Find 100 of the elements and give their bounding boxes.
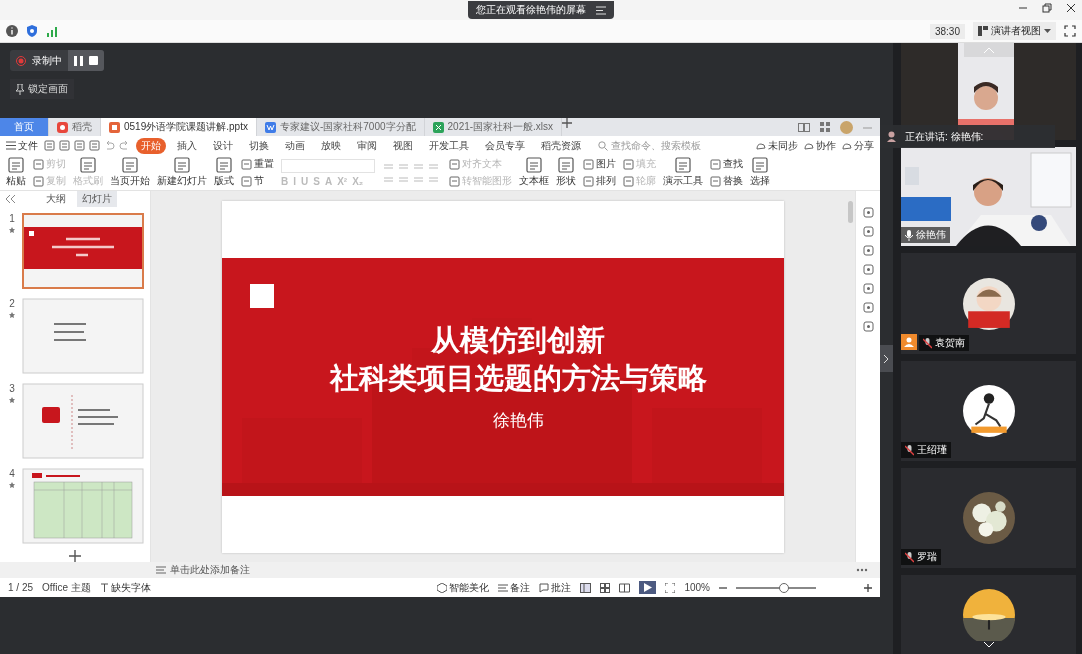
missing-font-button[interactable]: 缺失字体 bbox=[99, 580, 151, 595]
side-tool-icon[interactable] bbox=[862, 264, 874, 275]
menu-tab[interactable]: 插入 bbox=[172, 137, 202, 154]
side-tool-icon[interactable] bbox=[862, 245, 874, 256]
slide-thumbnail[interactable] bbox=[22, 213, 144, 289]
menu-tab[interactable]: 动画 bbox=[280, 137, 310, 154]
menu-tab[interactable]: 开发工具 bbox=[424, 137, 474, 154]
toolbar-action[interactable]: 协作 bbox=[804, 138, 836, 153]
slide-thumbnail[interactable] bbox=[22, 298, 144, 374]
quick-action-icon[interactable] bbox=[44, 140, 55, 151]
normal-view-icon[interactable] bbox=[580, 582, 592, 593]
app-icon bbox=[57, 121, 68, 133]
quick-action-icon[interactable] bbox=[89, 140, 100, 151]
play-button[interactable] bbox=[639, 581, 657, 594]
notes-button[interactable]: 备注 bbox=[498, 580, 531, 595]
notes-placeholder[interactable]: 单击此处添加备注 bbox=[170, 563, 250, 577]
add-slide-icon[interactable] bbox=[69, 550, 81, 562]
menu-tab[interactable]: 设计 bbox=[208, 137, 238, 154]
view-button[interactable]: 演讲者视图 bbox=[973, 22, 1056, 40]
menu-tab[interactable]: 视图 bbox=[388, 137, 418, 154]
panel-tab[interactable]: 大纲 bbox=[41, 191, 71, 207]
ribbon-button[interactable]: 节 bbox=[241, 174, 274, 188]
slide-thumbnail[interactable] bbox=[22, 383, 144, 459]
file-menu[interactable]: 文件 bbox=[6, 138, 38, 153]
zoom-level[interactable]: 100% bbox=[684, 582, 710, 593]
tool-icon bbox=[623, 175, 634, 187]
participant-tile[interactable]: 袁贺南 bbox=[901, 253, 1076, 354]
grid-view-icon[interactable] bbox=[600, 582, 611, 593]
fullscreen-icon[interactable] bbox=[1064, 25, 1076, 37]
document-tab[interactable]: 专家建议-国家社科7000字分配 bbox=[256, 118, 425, 136]
tool-icon bbox=[241, 158, 252, 170]
beautify-button[interactable]: 智能美化 bbox=[437, 580, 490, 595]
font-field[interactable] bbox=[281, 158, 375, 173]
menu-tab[interactable]: 放映 bbox=[316, 137, 346, 154]
ribbon-button[interactable]: 当页开始 bbox=[110, 157, 150, 188]
side-tool-icon[interactable] bbox=[862, 321, 874, 332]
quick-action-icon[interactable] bbox=[74, 140, 85, 151]
document-tab[interactable]: 首页 bbox=[0, 118, 49, 136]
slide-number: 4 bbox=[9, 468, 15, 479]
tool-icon bbox=[121, 157, 139, 173]
chevron-right-icon bbox=[884, 354, 889, 363]
side-tool-icon[interactable] bbox=[862, 207, 874, 218]
toolbar-action[interactable]: 分享 bbox=[842, 138, 874, 153]
theme-name: Office 主题 bbox=[42, 580, 91, 595]
comments-button[interactable]: 批注 bbox=[539, 580, 572, 595]
menu-tab[interactable]: 切换 bbox=[244, 137, 274, 154]
ribbon-button[interactable]: 查找 bbox=[710, 157, 743, 171]
participant-tile[interactable]: 罗瑞 bbox=[901, 468, 1076, 568]
star-icon bbox=[9, 482, 15, 488]
speaking-indicator: 正在讲话: 徐艳伟: bbox=[905, 129, 984, 144]
add-tab-icon[interactable] bbox=[562, 118, 573, 128]
action-icon bbox=[804, 140, 814, 151]
fit-icon[interactable] bbox=[665, 582, 676, 593]
grid-icon[interactable] bbox=[820, 122, 830, 132]
ribbon-button[interactable]: 排列 bbox=[583, 174, 616, 188]
scrollbar-thumb[interactable] bbox=[848, 201, 853, 223]
menu-icon[interactable] bbox=[596, 5, 606, 15]
ribbon-button[interactable]: 重置 bbox=[241, 157, 274, 171]
tool-icon bbox=[215, 157, 233, 173]
menu-tab[interactable]: 审阅 bbox=[352, 137, 382, 154]
toolbar-action[interactable]: 未同步 bbox=[756, 138, 798, 153]
record-icon bbox=[16, 55, 26, 66]
menu-tab[interactable]: 会员专享 bbox=[480, 137, 530, 154]
star-icon bbox=[9, 227, 15, 233]
document-tab[interactable]: 2021-国家社科一般.xlsx bbox=[424, 118, 563, 136]
ribbon-button[interactable]: 文本框 bbox=[519, 157, 549, 188]
close-icon[interactable] bbox=[1066, 3, 1076, 13]
side-tool-icon[interactable] bbox=[862, 302, 874, 313]
ribbon-button[interactable]: 形状 bbox=[556, 157, 576, 188]
side-tool-icon[interactable] bbox=[862, 226, 874, 237]
more-icon[interactable] bbox=[856, 568, 868, 572]
restore-icon[interactable] bbox=[1042, 3, 1052, 13]
ribbon-button[interactable]: 演示工具 bbox=[663, 157, 703, 188]
panel-tab[interactable]: 幻灯片 bbox=[77, 191, 117, 207]
side-tool-icon[interactable] bbox=[862, 283, 874, 294]
dual-view-icon[interactable] bbox=[798, 122, 810, 132]
tool-icon bbox=[241, 175, 252, 187]
ribbon-button[interactable]: 替换 bbox=[710, 174, 743, 188]
signal-icon[interactable] bbox=[46, 25, 58, 37]
participant-tile[interactable] bbox=[901, 575, 1076, 654]
document-tab[interactable]: 0519外语学院课题讲解.pptx bbox=[101, 118, 257, 136]
ribbon-button[interactable]: 选择 bbox=[750, 157, 770, 188]
slide-author: 徐艳伟 bbox=[491, 410, 544, 432]
font-icon bbox=[99, 582, 109, 593]
zoom-in-icon[interactable] bbox=[864, 583, 872, 592]
reading-view-icon[interactable] bbox=[619, 582, 631, 593]
ribbon-button[interactable]: 图片 bbox=[583, 157, 616, 171]
quick-action-icon[interactable] bbox=[59, 140, 70, 151]
pause-icon[interactable] bbox=[74, 55, 83, 66]
ribbon-button[interactable]: 粘贴 bbox=[6, 157, 26, 188]
shield-icon[interactable] bbox=[26, 25, 38, 37]
slide-thumbnail[interactable] bbox=[22, 468, 144, 544]
info-icon[interactable] bbox=[6, 25, 18, 37]
zoom-slider-thumb[interactable] bbox=[779, 582, 789, 593]
panel-toggle[interactable] bbox=[880, 345, 893, 372]
menu-tab[interactable]: 稻壳资源 bbox=[536, 137, 586, 154]
collapse-icon[interactable] bbox=[6, 195, 15, 203]
participant-tile[interactable]: 王绍瑾 bbox=[901, 361, 1076, 461]
ribbon-button[interactable]: 新建幻灯片 bbox=[157, 157, 207, 188]
ribbon-button[interactable]: 版式 bbox=[214, 157, 234, 188]
